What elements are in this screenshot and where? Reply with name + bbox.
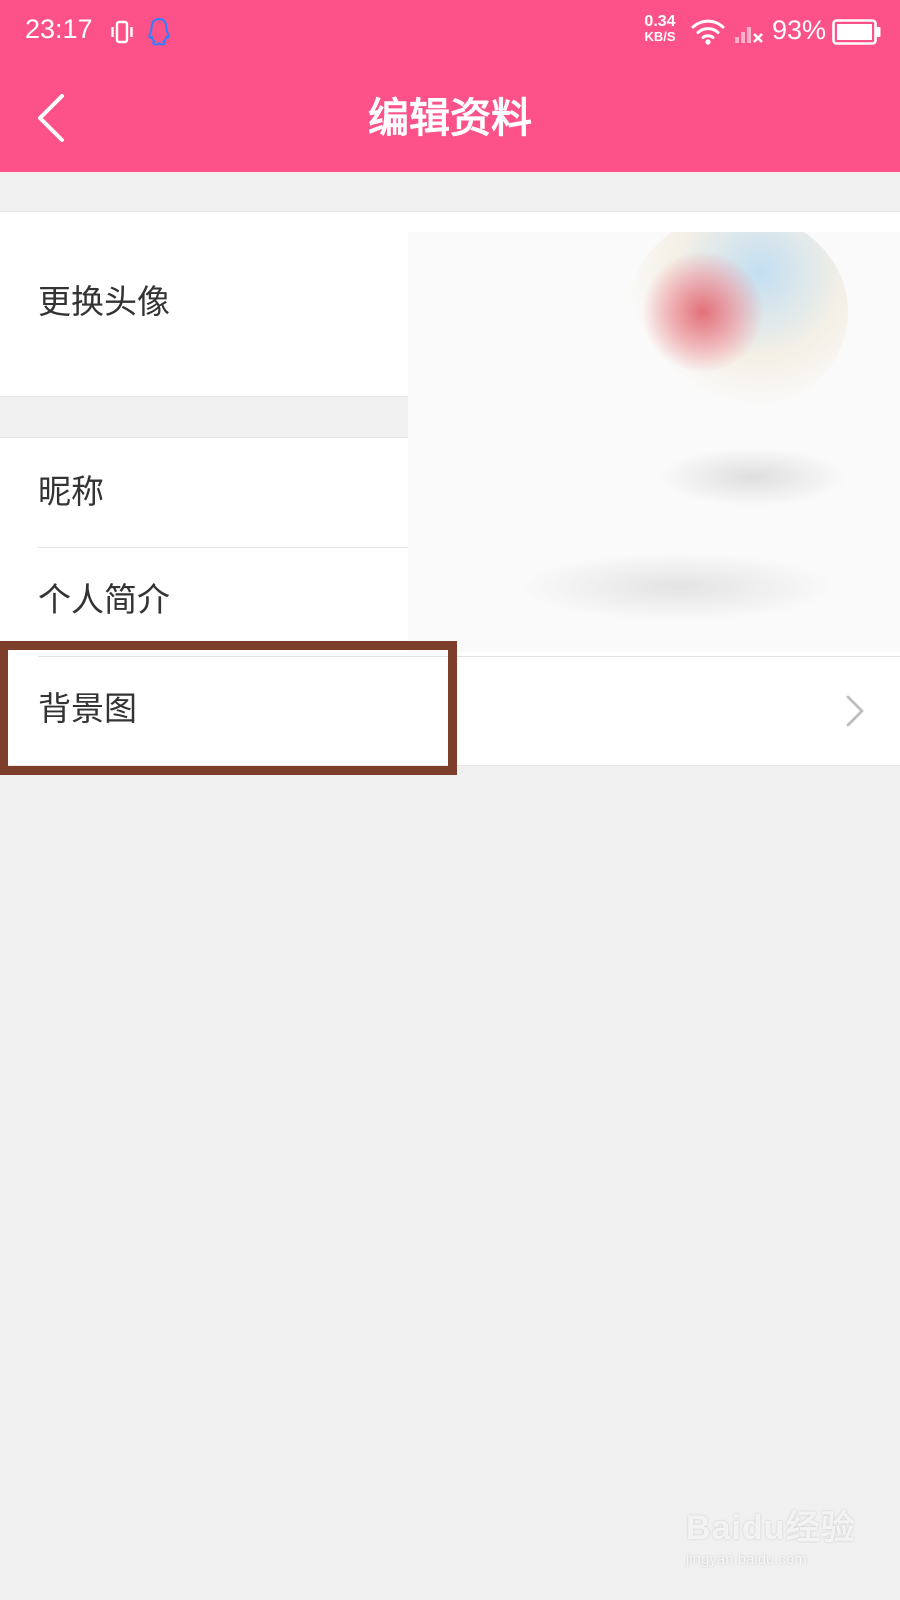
watermark-logo: Baidu经验 — [686, 1509, 856, 1547]
network-speed-value: 0.34 — [644, 13, 676, 30]
blurred-nickname-value — [658, 447, 848, 507]
page-title: 编辑资料 — [368, 94, 532, 142]
qq-icon — [145, 16, 173, 52]
change-avatar-label: 更换头像 — [38, 282, 170, 321]
wifi-icon — [690, 16, 726, 50]
blurred-bio-value — [518, 552, 838, 622]
signal-off-icon — [733, 16, 765, 50]
battery-percent: 93% — [772, 15, 827, 45]
network-speed: 0.34 KB/S — [638, 13, 682, 45]
nickname-label: 昵称 — [38, 472, 104, 511]
network-speed-unit: KB/S — [644, 29, 676, 44]
baidu-jingyan-watermark: Baidu经验 jingyan.baidu.com — [686, 1500, 866, 1568]
vibrate-icon — [108, 18, 136, 50]
privacy-blur-overlay — [408, 232, 900, 652]
app-bar: 编辑资料 — [0, 64, 900, 172]
highlight-box — [0, 641, 457, 775]
status-time: 23:17 — [25, 14, 93, 44]
blurred-avatar-accent — [643, 252, 763, 372]
chevron-right-icon — [846, 695, 864, 727]
battery-icon — [832, 18, 882, 50]
watermark-url: jingyan.baidu.com — [686, 1551, 807, 1568]
status-bar: 23:17 0.34 KB/S 93% — [0, 0, 900, 64]
bio-label: 个人简介 — [38, 580, 170, 619]
